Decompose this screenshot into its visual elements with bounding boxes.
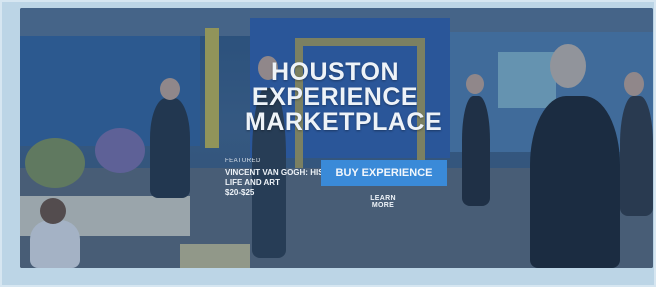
- featured-experience: FEATURED VINCENT VAN GOGH: HIS LIFE AND …: [225, 158, 325, 197]
- featured-title: VINCENT VAN GOGH: HIS LIFE AND ART: [225, 168, 324, 187]
- buy-experience-button[interactable]: BUY EXPERIENCE: [321, 160, 447, 186]
- page-frame: HOUSTON EXPERIENCE MARKETPLACE FEATURED …: [0, 0, 656, 287]
- featured-price: $20-$25: [225, 188, 255, 197]
- hero-title: HOUSTON EXPERIENCE MARKETPLACE: [245, 58, 443, 136]
- learn-more-link[interactable]: LEARN MORE: [358, 195, 408, 209]
- featured-label: FEATURED: [225, 158, 261, 164]
- hero-banner: HOUSTON EXPERIENCE MARKETPLACE FEATURED …: [20, 8, 653, 268]
- hero-overlay: [20, 8, 653, 268]
